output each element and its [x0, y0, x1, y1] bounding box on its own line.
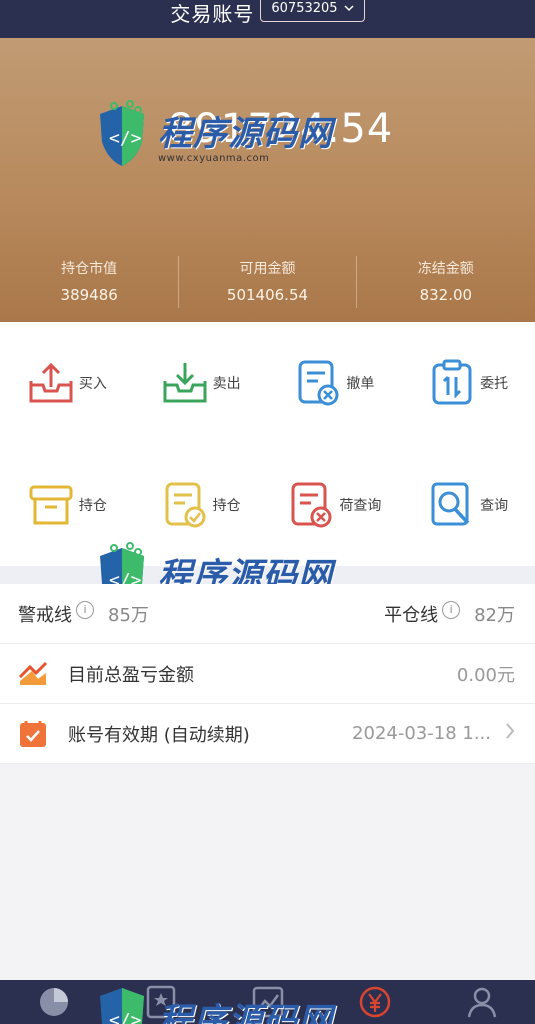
sell-download-icon	[161, 357, 209, 409]
profit-label: 目前总盈亏金额	[68, 664, 194, 686]
commission-label: 委托	[480, 376, 509, 392]
stat-label: 可用金额	[239, 261, 296, 277]
warning-line-label: 警戒线	[18, 604, 72, 626]
star-doc-icon[interactable]	[141, 982, 181, 1022]
stat-value: 501406.54	[226, 286, 309, 304]
risk-lines-row: 警戒线 i 85万 平仓线 i 82万	[0, 584, 535, 644]
holdings-detail-label: 持仓	[212, 498, 241, 514]
history-query-icon	[287, 479, 335, 531]
sell-button[interactable]: 卖出	[134, 322, 268, 444]
chevron-right-icon	[505, 721, 515, 746]
liquidation-line: 平仓线 i 82万	[384, 600, 515, 627]
calendar-check-icon	[18, 719, 48, 749]
yuan-icon[interactable]	[355, 982, 395, 1022]
chevron-down-icon	[344, 2, 354, 15]
account-select[interactable]: 60753205	[260, 0, 365, 22]
warning-line: 警戒线 i 85万	[18, 600, 149, 627]
user-icon[interactable]	[462, 982, 502, 1022]
holdings-box-icon	[27, 479, 75, 531]
liquidation-line-value: 82万	[474, 604, 515, 626]
search-query-icon	[428, 479, 476, 531]
validity-value: 2024-03-18 1...	[352, 723, 491, 744]
commission-icon	[428, 357, 476, 409]
info-icon[interactable]: i	[442, 600, 461, 619]
account-id: 60753205	[271, 0, 338, 16]
holdings-label: 持仓	[78, 498, 107, 514]
buy-label: 买入	[78, 376, 107, 392]
pie-chart-icon[interactable]	[34, 982, 74, 1022]
section-separator	[0, 566, 535, 584]
sell-label: 卖出	[212, 376, 241, 392]
stat-value: 832.00	[419, 286, 473, 304]
holdings-doc-icon	[161, 479, 209, 531]
stats-row: 持仓市值 389486 可用金额 501406.54 冻结金额 832.00	[0, 258, 535, 304]
buy-button[interactable]: 买入	[0, 322, 134, 444]
stat-value: 389486	[60, 286, 118, 304]
cancel-order-icon	[294, 357, 342, 409]
action-grid: 买入 卖出 撤单 委托 持仓 持仓 荷查询 查询	[0, 322, 535, 566]
liquidation-line-label: 平仓线	[384, 604, 439, 626]
profit-row: 目前总盈亏金额 0.00元	[0, 644, 535, 704]
holdings-detail-button[interactable]: 持仓	[134, 444, 268, 566]
page-title: 交易账号	[170, 2, 255, 26]
stat-frozen-amount: 冻结金额 832.00	[357, 258, 535, 304]
info-icon[interactable]: i	[76, 600, 94, 619]
query-button[interactable]: 查询	[401, 444, 535, 566]
total-assets: 891724.54	[168, 106, 394, 152]
stat-label: 持仓市值	[61, 261, 118, 277]
stat-available-amount: 可用金额 501406.54	[178, 258, 356, 304]
query-label: 查询	[480, 498, 509, 514]
stat-label: 冻结金额	[417, 261, 474, 277]
cancel-order-label: 撤单	[346, 376, 375, 392]
validity-row[interactable]: 账号有效期 (自动续期) 2024-03-18 1...	[0, 704, 535, 764]
trend-icon[interactable]	[248, 982, 288, 1022]
trend-chart-icon	[18, 659, 48, 689]
warning-line-value: 85万	[108, 604, 149, 626]
history-query-button[interactable]: 荷查询	[268, 444, 402, 566]
validity-label: 账号有效期 (自动续期)	[68, 724, 250, 746]
top-bar: 交易账号 60753205	[0, 0, 535, 38]
bottom-nav	[0, 980, 535, 1024]
profit-value: 0.00元	[456, 664, 515, 686]
asset-summary: 891724.54 持仓市值 389486 可用金额 501406.54 冻结金…	[0, 38, 535, 322]
account-info-list: 警戒线 i 85万 平仓线 i 82万 目前总盈亏金额 0.00元 账号有效期 …	[0, 584, 535, 764]
stat-holdings-value: 持仓市值 389486	[0, 258, 178, 304]
commission-button[interactable]: 委托	[401, 322, 535, 444]
holdings-button[interactable]: 持仓	[0, 444, 134, 566]
cancel-order-button[interactable]: 撤单	[268, 322, 402, 444]
history-query-label: 荷查询	[339, 498, 382, 514]
buy-upload-icon	[27, 357, 75, 409]
